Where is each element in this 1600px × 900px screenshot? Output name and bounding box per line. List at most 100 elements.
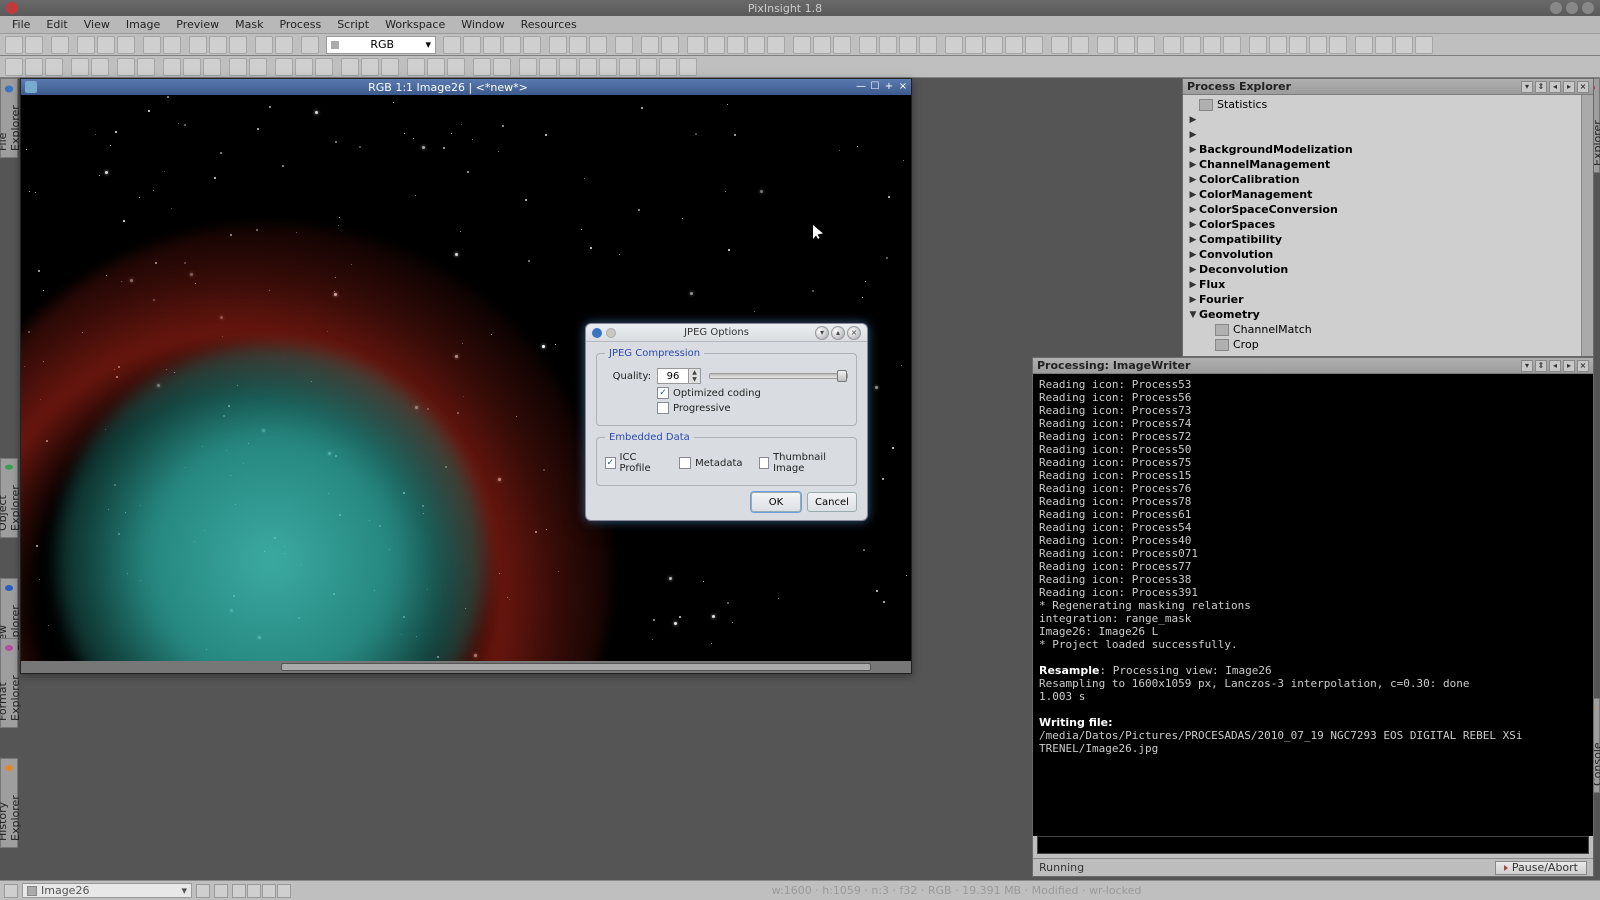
- tree-item[interactable]: ChannelMatch: [1187, 322, 1577, 337]
- toolbar-button[interactable]: [229, 58, 247, 76]
- toolbar-button[interactable]: [619, 58, 637, 76]
- toolbar-button[interactable]: [25, 36, 43, 54]
- quality-slider[interactable]: [709, 373, 848, 379]
- toolbar-button[interactable]: [381, 58, 399, 76]
- toolbar-button[interactable]: [569, 36, 587, 54]
- toolbar-button[interactable]: [473, 58, 491, 76]
- side-tab-file-explorer[interactable]: File Explorer: [0, 78, 18, 158]
- panel-collapse-left-icon[interactable]: ◂: [1549, 360, 1561, 372]
- dialog-close-button[interactable]: ×: [847, 326, 861, 340]
- image-h-scrollbar[interactable]: [21, 661, 911, 673]
- tree-item[interactable]: Crop: [1187, 337, 1577, 352]
- toolbar-button[interactable]: [1289, 36, 1307, 54]
- tree-category[interactable]: ▶Deconvolution: [1187, 262, 1577, 277]
- menu-window[interactable]: Window: [453, 18, 512, 31]
- window-maximize-icon[interactable]: +: [883, 81, 895, 93]
- optimized-checkbox[interactable]: ✓: [657, 387, 669, 399]
- toolbar-button[interactable]: [447, 58, 465, 76]
- toolbar-button[interactable]: [599, 58, 617, 76]
- process-explorer-scrollbar[interactable]: [1581, 95, 1593, 356]
- image-window-title[interactable]: RGB 1:1 Image26 | <*new*> — ☐ + ×: [21, 79, 911, 95]
- toolbar-button[interactable]: [1415, 36, 1433, 54]
- toolbar-button[interactable]: [1025, 36, 1043, 54]
- window-close-icon[interactable]: ×: [897, 81, 909, 93]
- toolbar-button[interactable]: [1355, 36, 1373, 54]
- window-restore-icon[interactable]: ☐: [869, 81, 881, 93]
- menu-edit[interactable]: Edit: [38, 18, 75, 31]
- toolbar-button[interactable]: [117, 36, 135, 54]
- toolbar-button[interactable]: [919, 36, 937, 54]
- toolbar-button[interactable]: [813, 36, 831, 54]
- dialog-minimize-button[interactable]: ▾: [815, 326, 829, 340]
- menu-image[interactable]: Image: [118, 18, 168, 31]
- toolbar-button[interactable]: [1375, 36, 1393, 54]
- toolbar-button[interactable]: [189, 36, 207, 54]
- ok-button[interactable]: OK: [751, 492, 801, 512]
- toolbar-button[interactable]: [879, 36, 897, 54]
- tree-category[interactable]: ▶ColorCalibration: [1187, 172, 1577, 187]
- toolbar-button[interactable]: [97, 36, 115, 54]
- sb-ch-a[interactable]: [277, 884, 291, 898]
- toolbar-button[interactable]: [1269, 36, 1287, 54]
- process-tree[interactable]: Statistics▶▶▶BackgroundModelization▶Chan…: [1183, 95, 1581, 356]
- toolbar-button[interactable]: [615, 36, 633, 54]
- sb-ch-g[interactable]: [247, 884, 261, 898]
- toolbar-button[interactable]: [1163, 36, 1181, 54]
- toolbar-button[interactable]: [463, 36, 481, 54]
- toolbar-button[interactable]: [687, 36, 705, 54]
- tree-category[interactable]: ▶Compatibility: [1187, 232, 1577, 247]
- toolbar-button[interactable]: [443, 36, 461, 54]
- menu-resources[interactable]: Resources: [513, 18, 585, 31]
- toolbar-button[interactable]: [1051, 36, 1069, 54]
- tree-category[interactable]: ▶Convolution: [1187, 247, 1577, 262]
- menu-process[interactable]: Process: [271, 18, 329, 31]
- toolbar-button[interactable]: [5, 36, 23, 54]
- toolbar-button[interactable]: [1223, 36, 1241, 54]
- toolbar-button[interactable]: [679, 58, 697, 76]
- pause-abort-button[interactable]: Pause/Abort: [1495, 861, 1587, 875]
- panel-close-icon[interactable]: ×: [1577, 360, 1589, 372]
- metadata-checkbox[interactable]: [679, 457, 691, 469]
- toolbar-button[interactable]: [833, 36, 851, 54]
- maximize-button[interactable]: [1566, 2, 1578, 14]
- process-console-titlebar[interactable]: Processing: ImageWriter ▾ ⇕ ◂ ▸ ×: [1033, 358, 1593, 374]
- toolbar-button[interactable]: [549, 36, 567, 54]
- toolbar-button[interactable]: [985, 36, 1003, 54]
- tree-category[interactable]: ▶ColorSpaces: [1187, 217, 1577, 232]
- toolbar-button[interactable]: [945, 36, 963, 54]
- tree-category[interactable]: ▶Fourier: [1187, 292, 1577, 307]
- sb-prev-button[interactable]: [4, 884, 18, 898]
- toolbar-button[interactable]: [659, 58, 677, 76]
- toolbar-button[interactable]: [727, 36, 745, 54]
- toolbar-button[interactable]: [51, 36, 69, 54]
- toolbar-button[interactable]: [1005, 36, 1023, 54]
- panel-collapse-right-icon[interactable]: ▸: [1563, 81, 1575, 93]
- toolbar-button[interactable]: [301, 36, 319, 54]
- toolbar-button[interactable]: [899, 36, 917, 54]
- toolbar-button[interactable]: [1395, 36, 1413, 54]
- menu-file[interactable]: File: [4, 18, 38, 31]
- menu-mask[interactable]: Mask: [227, 18, 271, 31]
- tree-item-pinned[interactable]: Statistics: [1187, 97, 1577, 112]
- toolbar-button[interactable]: [315, 58, 333, 76]
- toolbar-button[interactable]: [427, 58, 445, 76]
- console-output[interactable]: Reading icon: Process53 Reading icon: Pr…: [1033, 374, 1593, 836]
- tree-category[interactable]: ▶ColorSpaceConversion: [1187, 202, 1577, 217]
- sb-btn-2[interactable]: [214, 884, 228, 898]
- toolbar-button[interactable]: [747, 36, 765, 54]
- toolbar-button[interactable]: [25, 58, 43, 76]
- process-explorer-titlebar[interactable]: Process Explorer ▾ ⇕ ◂ ▸ ×: [1183, 79, 1593, 95]
- panel-menu-icon[interactable]: ▾: [1521, 81, 1533, 93]
- thumbnail-checkbox[interactable]: [759, 457, 770, 469]
- toolbar-button[interactable]: [503, 36, 521, 54]
- toolbar-button[interactable]: [255, 36, 273, 54]
- toolbar-button[interactable]: [1097, 36, 1115, 54]
- side-tab-object-explorer[interactable]: Object Explorer: [0, 458, 18, 538]
- toolbar-button[interactable]: [1329, 36, 1347, 54]
- sb-ch-r[interactable]: [232, 884, 246, 898]
- toolbar-button[interactable]: [519, 58, 537, 76]
- toolbar-button[interactable]: [1137, 36, 1155, 54]
- minimize-button[interactable]: [1550, 2, 1562, 14]
- toolbar-button[interactable]: [965, 36, 983, 54]
- toolbar-button[interactable]: [275, 36, 293, 54]
